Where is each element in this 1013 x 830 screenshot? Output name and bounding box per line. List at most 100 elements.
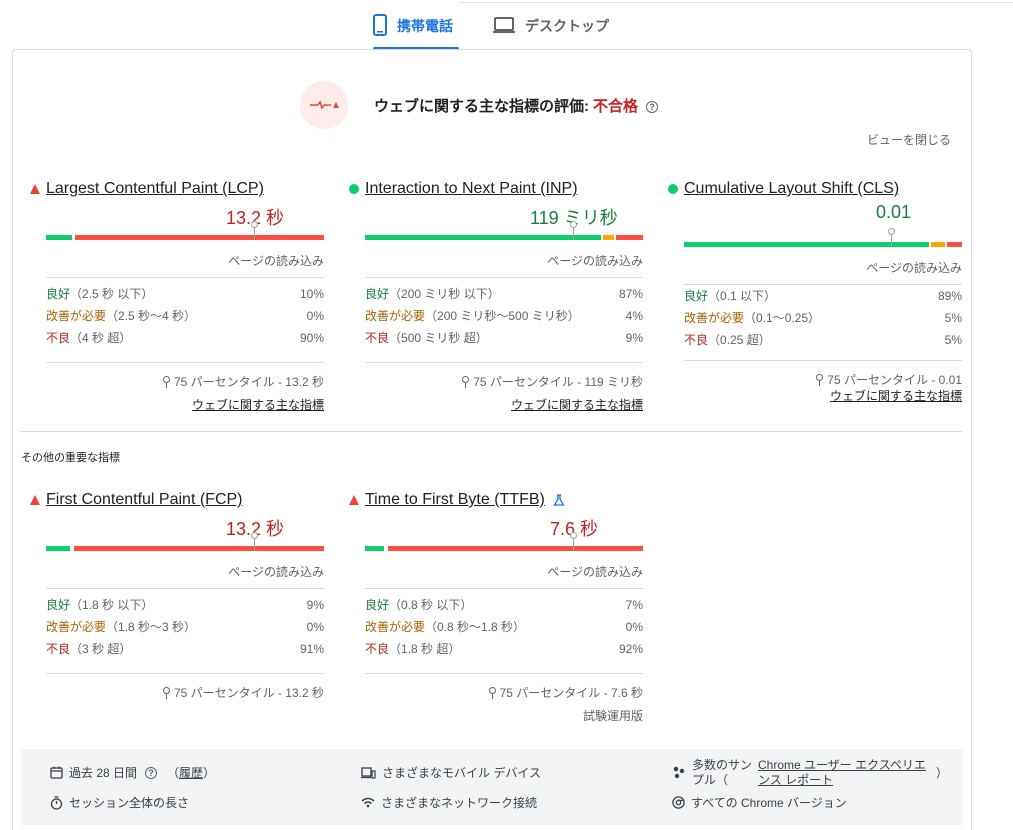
chrome-icon (672, 796, 685, 809)
footer-samples: 多数のサンプル（ Chrome ユーザー エクスペリエンス レポート ） (672, 758, 948, 788)
dist-label: 改善が必要 (46, 620, 107, 634)
dist-label: 良好 (365, 598, 390, 612)
dist-range: （200 ミリ秒 以下） (389, 287, 500, 301)
cwv-link[interactable]: ウェブに関する主な指標 (511, 398, 643, 412)
metric-name-link[interactable]: Interaction to Next Paint (INP) (365, 180, 578, 198)
dist-row-ni: 改善が必要（200 ミリ秒〜500 ミリ秒） 4% (365, 305, 643, 327)
percentile-text: 75 パーセンタイル - 119 ミリ秒 (473, 375, 643, 389)
pin-icon (816, 374, 824, 386)
pin-icon (162, 376, 170, 388)
dist-row-poor: 不良（0.25 超） 5% (684, 329, 962, 351)
dist-range: （0.1〜0.25） (744, 311, 821, 325)
pin-icon (488, 687, 496, 699)
session-text: セッション全体の長さ (69, 796, 190, 810)
crux-report-link[interactable]: Chrome ユーザー エクスペリエンス レポート (758, 758, 936, 788)
bar-good (46, 546, 70, 551)
dist-pct: 7% (625, 598, 643, 612)
versions-text: すべての Chrome バージョン (691, 796, 847, 810)
period-text: 過去 28 日間 (69, 766, 138, 780)
dist-pct: 5% (944, 333, 962, 347)
poor-triangle-icon (30, 184, 40, 194)
percentile-row: 75 パーセンタイル - 13.2 秒 (46, 673, 324, 701)
history-link[interactable]: 履歴 (179, 764, 203, 781)
help-icon[interactable]: ? (145, 766, 158, 779)
other-metrics-heading: その他の重要な指標 (21, 452, 120, 464)
bar-poor (75, 235, 324, 240)
dist-row-good: 良好（0.8 秒 以下） 7% (365, 594, 643, 616)
poor-triangle-icon (349, 495, 359, 505)
dist-pct: 5% (944, 311, 962, 325)
metric-ttfb: Time to First Byte (TTFB) 7.6 秒 ページの読み込み… (349, 490, 645, 723)
devices-text: さまざまなモバイル デバイス (382, 766, 541, 780)
dist-pct: 89% (937, 289, 962, 303)
metric-title: Largest Contentful Paint (LCP) (30, 179, 326, 199)
percentile-text: 75 パーセンタイル - 13.2 秒 (173, 686, 324, 700)
data-source-footer: 過去 28 日間 ? （履歴） セッション全体の長さ さまざまなモバイル デバイ… (21, 749, 963, 825)
dist-pct: 10% (299, 287, 324, 301)
dist-label: 不良 (684, 333, 709, 347)
distribution-bar (46, 532, 324, 551)
distribution-bar (365, 221, 643, 240)
cwv-link[interactable]: ウェブに関する主な指標 (192, 398, 324, 412)
cwv-link[interactable]: ウェブに関する主な指標 (830, 389, 962, 403)
metric-name-link[interactable]: Largest Contentful Paint (LCP) (46, 180, 264, 198)
tab-mobile[interactable]: 携帯電話 (373, 14, 459, 50)
distribution-table: 良好（2.5 秒 以下） 10% 改善が必要（2.5 秒〜4 秒） 0% 不良（4 … (46, 283, 324, 349)
tab-desktop[interactable]: デスクトップ (493, 14, 623, 50)
cwv-link-row: ウェブに関する主な指標 (46, 396, 324, 413)
help-icon[interactable]: ? (646, 100, 659, 113)
percentile-text: 75 パーセンタイル - 13.2 秒 (173, 375, 324, 389)
close-view-link[interactable]: ビューを閉じる (867, 131, 951, 148)
calendar-icon (50, 766, 63, 779)
samples-prefix: 多数のサンプル（ (692, 758, 753, 787)
pin-icon (462, 376, 470, 388)
metric-lcp: Largest Contentful Paint (LCP) 13.2 秒 ペー… (30, 179, 326, 412)
dist-row-ni: 改善が必要（2.5 秒〜4 秒） 0% (46, 305, 324, 327)
percentile-text: 75 パーセンタイル - 0.01 (827, 373, 962, 387)
percentile-row: 75 パーセンタイル - 13.2 秒 (46, 362, 324, 390)
metric-name-link[interactable]: Time to First Byte (TTFB) (365, 491, 545, 509)
dist-range: （0.8 秒 以下） (389, 598, 473, 612)
stopwatch-icon (50, 795, 63, 810)
metric-name-link[interactable]: Cumulative Layout Shift (CLS) (684, 180, 899, 198)
p75-marker (570, 221, 577, 240)
dist-pct: 4% (625, 309, 643, 323)
distribution-bar (46, 221, 324, 240)
desktop-icon (493, 17, 515, 33)
wifi-icon (361, 797, 375, 808)
metric-name-link[interactable]: First Contentful Paint (FCP) (46, 491, 243, 509)
verdict-status: 不合格 (593, 97, 639, 115)
footer-network: さまざまなネットワーク接続 (361, 794, 537, 811)
dist-label: 不良 (365, 331, 390, 345)
bar-good (365, 546, 384, 551)
cwv-link-row: ウェブに関する主な指標 (684, 387, 962, 404)
load-label: ページの読み込み (46, 252, 324, 278)
dist-pct: 87% (618, 287, 643, 301)
dist-range: （1.8 秒 以下） (70, 598, 154, 612)
dist-label: 改善が必要 (365, 309, 426, 323)
dist-row-good: 良好（200 ミリ秒 以下） 87% (365, 283, 643, 305)
top-divider (460, 2, 1013, 3)
dist-row-good: 良好（0.1 以下） 89% (684, 285, 962, 307)
dist-range: （4 秒 超） (70, 331, 132, 345)
verdict-text: ウェブに関する主な指標の評価: 不合格? (374, 95, 659, 116)
phone-icon (373, 14, 387, 36)
dist-label: 改善が必要 (684, 311, 745, 325)
good-dot-icon (349, 184, 359, 194)
dist-pct: 0% (306, 620, 324, 634)
dist-range: （3 秒 超） (70, 642, 132, 656)
bar-good (46, 235, 72, 240)
percentile-row: 75 パーセンタイル - 119 ミリ秒 (365, 362, 643, 390)
dist-range: （0.8 秒〜1.8 秒） (425, 620, 526, 634)
dist-row-ni: 改善が必要（1.8 秒〜3 秒） 0% (46, 616, 324, 638)
dist-range: （1.8 秒 超） (389, 642, 461, 656)
bar-poor (74, 546, 324, 551)
dist-label: 良好 (46, 598, 71, 612)
distribution-table: 良好（0.1 以下） 89% 改善が必要（0.1〜0.25） 5% 不良（0.25 … (684, 285, 962, 351)
tab-desktop-label: デスクトップ (525, 18, 609, 34)
tab-mobile-label: 携帯電話 (397, 18, 453, 34)
good-dot-icon (668, 184, 678, 194)
bar-ni (603, 235, 614, 240)
load-label: ページの読み込み (684, 259, 962, 285)
dist-range: （500 ミリ秒 超） (389, 331, 488, 345)
